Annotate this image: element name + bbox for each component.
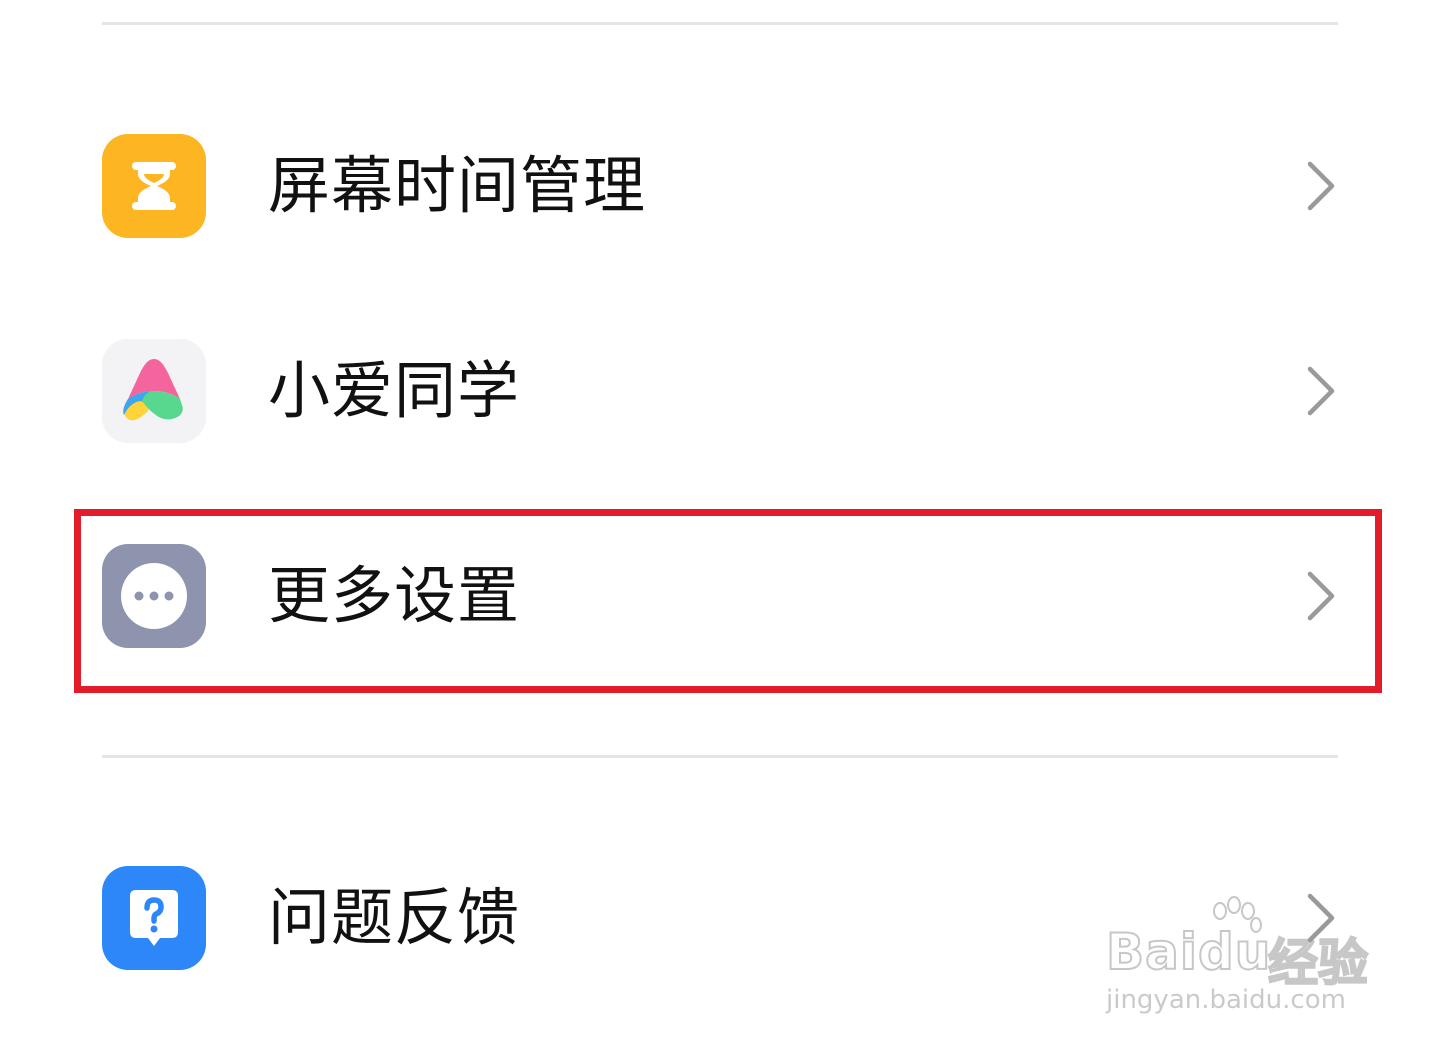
highlight-box <box>74 509 1382 693</box>
chevron-right-icon <box>1304 160 1338 212</box>
settings-item-label: 屏幕时间管理 <box>268 149 647 222</box>
xiaoai-assistant-icon <box>102 339 206 443</box>
baidu-jingyan-watermark: Baidu 经验 jingyan.baidu.com <box>1100 895 1380 1025</box>
top-divider <box>102 22 1338 25</box>
settings-item-screen-time[interactable]: 屏幕时间管理 <box>102 134 1338 244</box>
hourglass-icon <box>102 134 206 238</box>
settings-item-xiaoai[interactable]: 小爱同学 <box>102 339 1338 449</box>
watermark-brand: Baidu <box>1105 922 1272 982</box>
settings-item-label: 问题反馈 <box>268 881 521 954</box>
section-divider <box>102 755 1338 758</box>
watermark-url: jingyan.baidu.com <box>1106 985 1346 1015</box>
chevron-right-icon <box>1304 365 1338 417</box>
feedback-question-icon <box>102 866 206 970</box>
settings-item-label: 小爱同学 <box>268 354 521 427</box>
